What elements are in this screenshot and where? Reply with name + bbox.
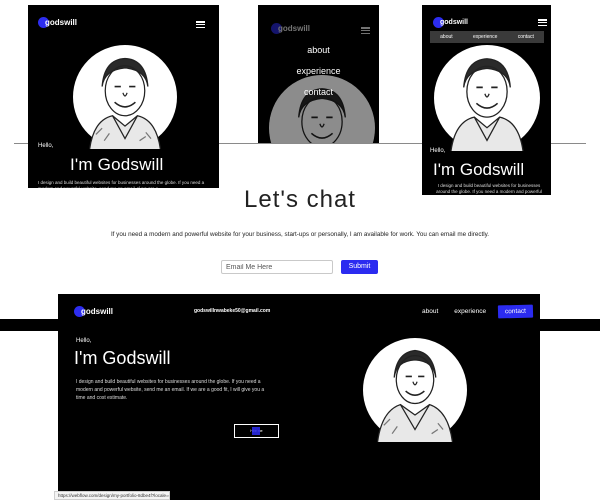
chat-description: If you need a modern and powerful websit… (110, 231, 490, 238)
hero-name: I'm Godswill (433, 160, 525, 179)
cursor-highlight (252, 427, 260, 435)
profile-photo (434, 45, 540, 151)
nav-link-about[interactable]: about (440, 34, 453, 40)
chat-heading: Let's chat (244, 186, 356, 213)
portrait-image (73, 45, 177, 149)
nav-button-contact[interactable]: contact (497, 304, 534, 319)
desktop-nav: about experience contact (422, 304, 534, 319)
header-email[interactable]: godswillnwabeke50@gmail.com (194, 308, 270, 314)
nav-link-experience[interactable]: experience (473, 34, 497, 40)
hamburger-menu-icon[interactable] (538, 19, 547, 26)
nav-link-experience[interactable]: experience (296, 66, 340, 79)
status-bar-url: https://webflow.com/design/my-portfolio-… (54, 491, 170, 500)
submit-button[interactable]: Submit (341, 260, 378, 274)
hire-me-button[interactable]: Hire me (234, 424, 279, 438)
site-logo[interactable]: godswill (433, 17, 468, 28)
site-logo[interactable]: godswill (74, 306, 113, 317)
nav-link-contact[interactable]: contact (304, 87, 333, 100)
profile-photo (73, 45, 177, 149)
portrait-image (434, 45, 540, 151)
hero-name: I'm Godswill (74, 348, 171, 368)
profile-photo (363, 338, 467, 442)
hero-greeting: Hello, (76, 338, 92, 344)
nav-link-about[interactable]: about (307, 45, 330, 58)
mobile-mockup-home: godswill Hello, I'm Godswill I design an… (28, 5, 219, 188)
email-input[interactable] (221, 260, 333, 274)
logo-text: godswill (81, 307, 113, 316)
hero-intro: I design and build beautiful websites fo… (76, 379, 265, 401)
dropdown-nav-bar: about experience contact (430, 31, 544, 43)
mobile-nav-menu: about experience contact (258, 45, 379, 100)
nav-link-experience[interactable]: experience (454, 308, 486, 315)
hamburger-menu-icon[interactable] (196, 21, 205, 28)
nav-link-about[interactable]: about (422, 308, 438, 315)
nav-link-contact[interactable]: contact (518, 34, 534, 40)
logo-text: godswill (45, 18, 77, 27)
desktop-mockup: godswill godswillnwabeke50@gmail.com abo… (58, 294, 540, 500)
mobile-mockup-menu-open: godswill ab (258, 5, 379, 143)
site-logo[interactable]: godswill (38, 17, 77, 28)
hero-greeting: Hello, (38, 143, 54, 149)
hero-greeting: Hello, (430, 148, 446, 154)
hero-name: I'm Godswill (70, 155, 164, 174)
logo-text: godswill (440, 19, 468, 26)
portfolio-showcase: godswill Hello, I'm Godswill I design an… (0, 0, 600, 500)
mobile-mockup-navbar: godswill about experience contact Hello,… (422, 5, 551, 195)
portrait-image (363, 338, 467, 442)
